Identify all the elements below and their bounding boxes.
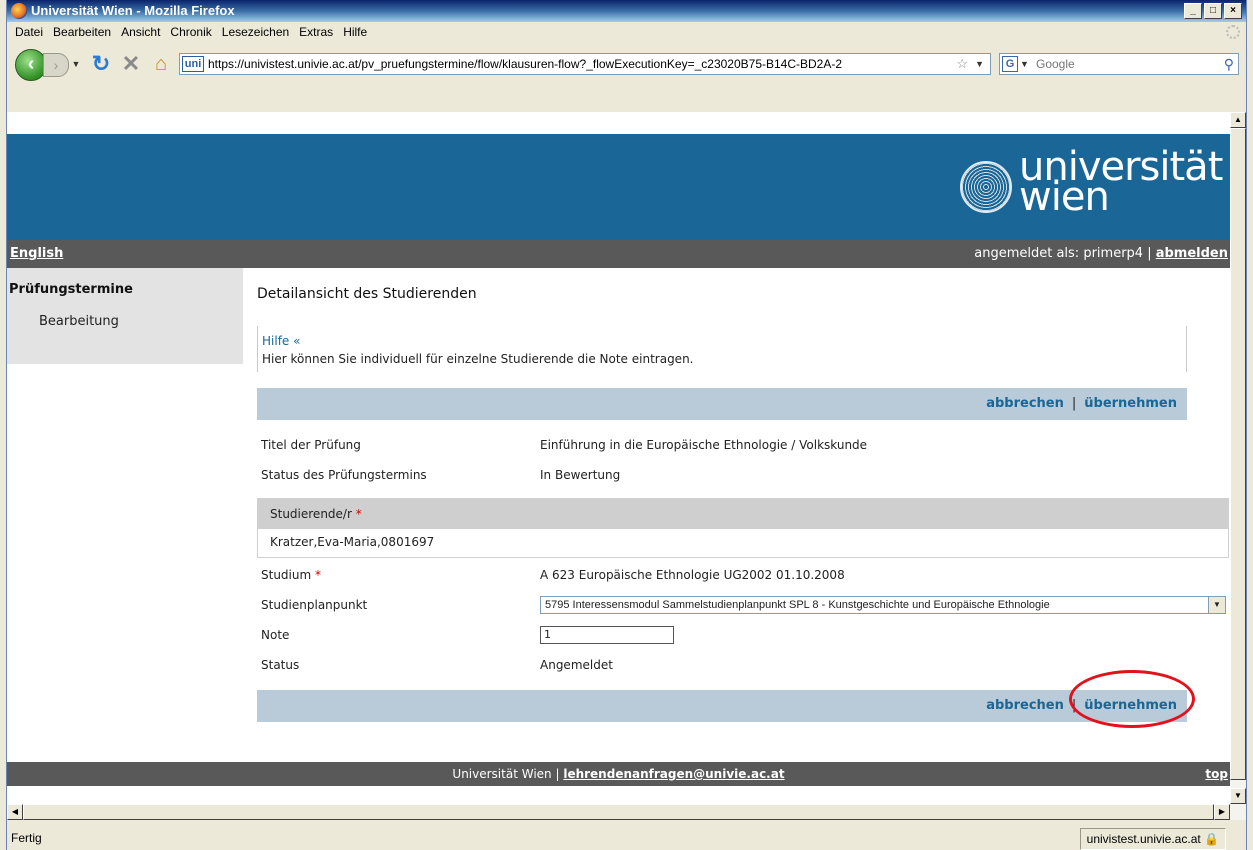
- maximize-button[interactable]: □: [1204, 3, 1222, 19]
- action-separator: |: [1071, 396, 1077, 411]
- search-placeholder[interactable]: Google: [1036, 54, 1075, 74]
- student-header: Studierende/r *: [258, 499, 1228, 529]
- minimize-button[interactable]: _: [1184, 3, 1202, 19]
- studium-label: Studium: [261, 568, 312, 582]
- plan-label: Studienplanpunkt: [261, 598, 368, 612]
- menu-extras[interactable]: Extras: [294, 22, 338, 42]
- site-favicon: uni: [182, 56, 204, 72]
- status-host: univistest.univie.ac.at 🔒: [1079, 828, 1226, 850]
- top-link[interactable]: top: [1205, 762, 1228, 786]
- exam-title-value: Einführung in die Europäische Ethnologie…: [540, 438, 868, 452]
- url-dropdown-icon[interactable]: ▼: [975, 54, 984, 74]
- forward-button[interactable]: ›: [43, 53, 69, 77]
- help-text: Hier können Sie individuell für einzelne…: [262, 352, 694, 366]
- apply-link-top[interactable]: übernehmen: [1084, 396, 1187, 411]
- exam-title-label: Titel der Prüfung: [261, 438, 361, 452]
- sidebar: Prüfungstermine Bearbeitung: [7, 268, 243, 364]
- university-seal-logo: [960, 161, 1012, 213]
- login-info: angemeldet als: primerp4 | abmelden: [974, 240, 1228, 268]
- menu-hilfe[interactable]: Hilfe: [338, 22, 372, 42]
- page-viewport: universität wien English angemeldet als:…: [7, 112, 1230, 804]
- lock-icon[interactable]: 🔒: [1204, 832, 1219, 846]
- header-banner: universität wien: [7, 134, 1230, 240]
- stop-button[interactable]: ✕: [119, 52, 143, 76]
- search-bar[interactable]: G ▼ Google ⚲: [999, 53, 1239, 75]
- page-footer: Universität Wien | lehrendenanfragen@uni…: [7, 762, 1230, 786]
- vertical-scroll-thumb[interactable]: [1230, 128, 1246, 780]
- search-engine-dropdown-icon[interactable]: ▼: [1020, 54, 1029, 74]
- menu-bar: Datei Bearbeiten Ansicht Chronik Lesezeichen…: [7, 22, 1246, 42]
- student-label: Studierende/r: [270, 507, 352, 521]
- login-status: angemeldet als: primerp4 |: [974, 246, 1152, 261]
- studium-value: A 623 Europäische Ethnologie UG2002 01.1…: [540, 568, 845, 582]
- scroll-up-button[interactable]: ▲: [1230, 112, 1246, 128]
- status-value: Angemeldet: [540, 658, 613, 672]
- language-link[interactable]: English: [10, 240, 63, 268]
- help-link[interactable]: Hilfe «: [262, 334, 300, 348]
- bookmark-star-icon[interactable]: ☆: [956, 54, 968, 74]
- search-icon[interactable]: ⚲: [1224, 54, 1234, 74]
- select-dropdown-icon[interactable]: ▼: [1208, 597, 1225, 613]
- note-input[interactable]: 1: [540, 626, 674, 644]
- page-title: Detailansicht des Studierenden: [257, 286, 477, 302]
- scroll-right-button[interactable]: ▶: [1214, 804, 1230, 820]
- browser-window: Universität Wien - Mozilla Firefox _ □ ×…: [6, 0, 1247, 850]
- note-label: Note: [261, 628, 290, 642]
- footer-text: Universität Wien |: [452, 767, 560, 781]
- home-button[interactable]: ⌂: [149, 52, 173, 76]
- scroll-down-button[interactable]: ▼: [1230, 788, 1246, 804]
- menu-chronik[interactable]: Chronik: [165, 22, 216, 42]
- plan-select-value[interactable]: 5795 Interessensmodul Sammelstudienplanp…: [545, 599, 1050, 611]
- status-text: Fertig: [11, 831, 42, 845]
- close-button[interactable]: ×: [1224, 3, 1242, 19]
- cancel-link-top[interactable]: abbrechen: [986, 396, 1064, 411]
- student-value: Kratzer,Eva-Maria,0801697: [270, 535, 435, 549]
- logout-link[interactable]: abmelden: [1156, 246, 1228, 261]
- required-marker: *: [315, 568, 322, 582]
- title-bar: Universität Wien - Mozilla Firefox _ □ ×: [7, 0, 1246, 22]
- exam-status-value: In Bewertung: [540, 468, 621, 482]
- exam-status-label: Status des Prüfungstermins: [261, 468, 427, 482]
- action-bar-bottom: abbrechen | übernehmen: [257, 690, 1187, 722]
- window-title: Universität Wien - Mozilla Firefox: [31, 3, 235, 18]
- url-text[interactable]: https://univistest.univie.ac.at/pv_pruef…: [208, 54, 946, 74]
- scroll-left-button[interactable]: ◀: [7, 804, 23, 820]
- bookmarks-toolbar: [7, 86, 1246, 112]
- sidebar-item-bearbeitung[interactable]: Bearbeitung: [39, 314, 119, 329]
- menu-ansicht[interactable]: Ansicht: [116, 22, 165, 42]
- university-logo-text: universität wien: [1019, 147, 1223, 217]
- google-icon[interactable]: G: [1002, 56, 1018, 72]
- plan-select[interactable]: 5795 Interessensmodul Sammelstudienplanp…: [540, 596, 1226, 614]
- reload-button[interactable]: ↻: [89, 52, 113, 76]
- status-host-text: univistest.univie.ac.at: [1086, 832, 1201, 846]
- student-box: Studierende/r * Kratzer,Eva-Maria,080169…: [257, 498, 1229, 558]
- required-marker: *: [355, 507, 362, 521]
- history-dropdown-icon[interactable]: ▼: [70, 53, 82, 75]
- highlight-circle: [1069, 670, 1195, 728]
- sub-navigation: English angemeldet als: primerp4 | abmel…: [7, 240, 1230, 268]
- cancel-link-bottom[interactable]: abbrechen: [986, 698, 1064, 713]
- horizontal-scroll-thumb[interactable]: [23, 804, 1214, 820]
- url-bar[interactable]: uni https://univistest.univie.ac.at/pv_p…: [179, 53, 991, 75]
- action-bar-top: abbrechen | übernehmen: [257, 388, 1187, 420]
- footer-email-link[interactable]: lehrendenanfragen@univie.ac.at: [563, 767, 784, 781]
- menu-bearbeiten[interactable]: Bearbeiten: [48, 22, 116, 42]
- firefox-icon: [11, 3, 27, 19]
- sidebar-heading[interactable]: Prüfungstermine: [9, 282, 133, 297]
- horizontal-scrollbar[interactable]: ◀ ▶: [7, 804, 1246, 820]
- navigation-toolbar: ‹ › ▼ ↻ ✕ ⌂ uni https://univistest.univi…: [7, 42, 1246, 86]
- status-bar: Fertig univistest.univie.ac.at 🔒: [7, 826, 1246, 850]
- throbber-icon: [1226, 25, 1240, 39]
- menu-datei[interactable]: Datei: [7, 22, 48, 42]
- menu-lesezeichen[interactable]: Lesezeichen: [217, 22, 294, 42]
- studium-label-row: Studium *: [261, 568, 321, 582]
- help-box: Hilfe « Hier können Sie individuell für …: [257, 326, 1187, 372]
- vertical-scrollbar[interactable]: ▲ ▼: [1230, 112, 1246, 804]
- status-label: Status: [261, 658, 300, 672]
